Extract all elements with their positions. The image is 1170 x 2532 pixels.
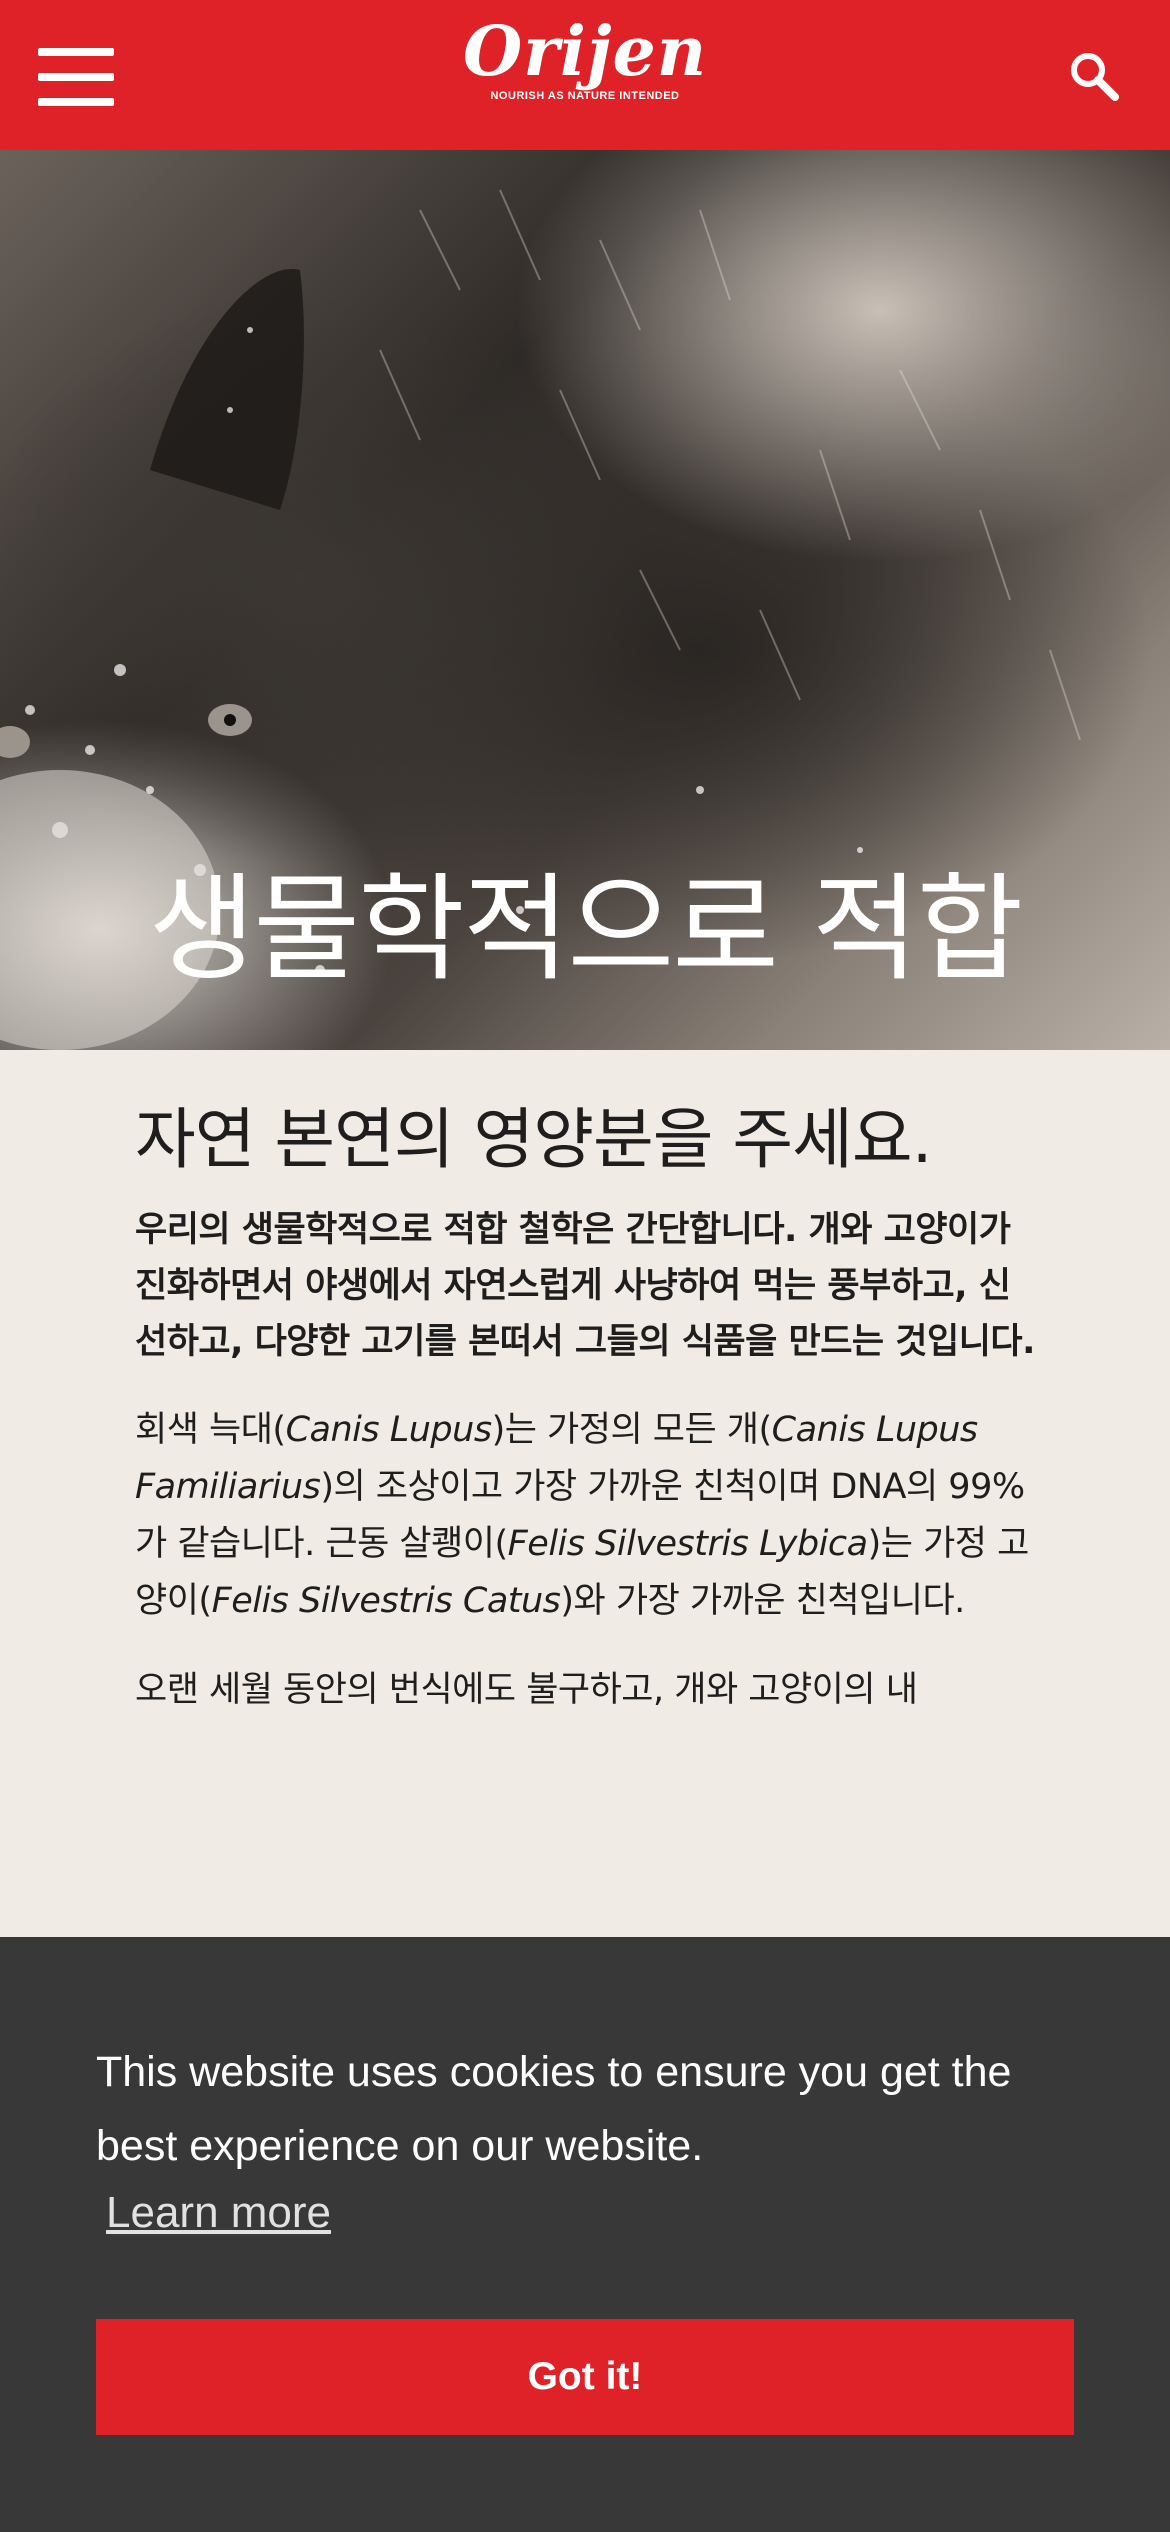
hamburger-menu-icon[interactable] [38, 48, 114, 106]
cookie-banner: This website uses cookies to ensure you … [0, 1937, 1170, 2532]
learn-more-link[interactable]: Learn more [106, 2183, 331, 2243]
body-paragraph-partial: 오랜 세월 동안의 번식에도 불구하고, 개와 고양이의 내 [135, 1670, 918, 1710]
logo-wordmark: Orijen [463, 12, 708, 92]
accept-cookies-button[interactable]: Got it! [96, 2319, 1074, 2435]
orijen-logo[interactable]: Orijen NOURISH AS NATURE INTENDED [455, 12, 715, 122]
hero-wolf-image: 생물학적으로 적합 [0, 150, 1170, 1050]
section-heading: 자연 본연의 영양분을 주세요. [135, 1101, 933, 1178]
logo-tagline: NOURISH AS NATURE INTENDED [490, 90, 680, 102]
body-paragraph: 회색 늑대(Canis Lupus)는 가정의 모든 개(Canis Lupus… [135, 1410, 1029, 1621]
lead-paragraph: 우리의 생물학적으로 적합 철학은 간단합니다. 개와 고양이가 진화하면서 야… [135, 1210, 1035, 1362]
site-header: Orijen NOURISH AS NATURE INTENDED [0, 0, 1170, 150]
hero-title: 생물학적으로 적합 [148, 862, 1024, 997]
cookie-message: This website uses cookies to ensure you … [96, 2048, 1012, 2170]
search-icon[interactable] [1068, 50, 1120, 102]
